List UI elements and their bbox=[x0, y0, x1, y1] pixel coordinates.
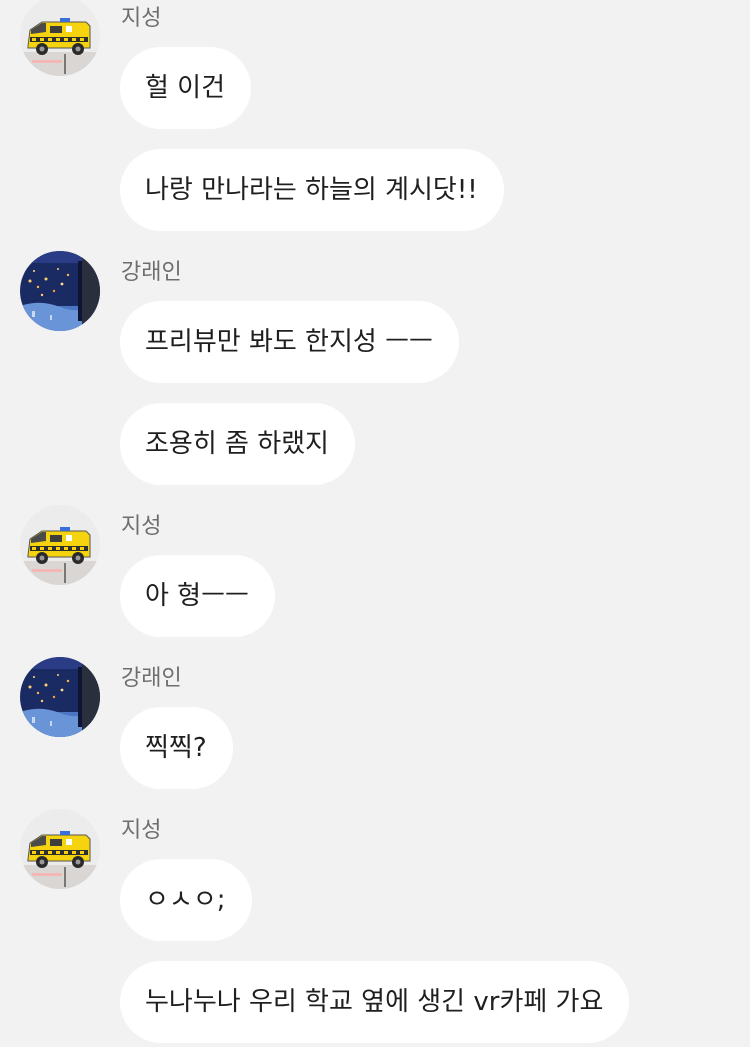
message-bubble[interactable]: 아 형ㅡㅡ bbox=[120, 555, 275, 637]
avatar-jiseong[interactable] bbox=[20, 0, 100, 76]
sender-name: 지성 bbox=[121, 514, 162, 539]
avatar-raein[interactable] bbox=[20, 657, 100, 737]
aquarium-photo bbox=[20, 657, 100, 737]
message-bubble[interactable]: 조용히 좀 하랬지 bbox=[120, 403, 355, 485]
message-bubble[interactable]: 프리뷰만 봐도 한지성 ㅡㅡ bbox=[120, 301, 459, 383]
message-bubble[interactable]: 찍찍? bbox=[120, 707, 233, 789]
ambulance-toy-photo bbox=[20, 0, 100, 76]
sender-name: 지성 bbox=[121, 6, 162, 31]
aquarium-photo bbox=[20, 251, 100, 331]
message-bubble[interactable]: 누나누나 우리 학교 옆에 생긴 vr카페 가요 bbox=[120, 961, 630, 1043]
chat-conversation: 지성 헐 이건 나랑 만나라는 하늘의 계시닷!! 강래인 프리뷰만 봐도 한지… bbox=[0, 0, 750, 1047]
avatar-jiseong[interactable] bbox=[20, 505, 100, 585]
sender-name: 강래인 bbox=[121, 260, 182, 285]
avatar-jiseong[interactable] bbox=[20, 809, 100, 889]
message-bubble[interactable]: 나랑 만나라는 하늘의 계시닷!! bbox=[120, 149, 504, 231]
ambulance-toy-photo bbox=[20, 505, 100, 585]
avatar-raein[interactable] bbox=[20, 251, 100, 331]
message-bubble[interactable]: ㅇㅅㅇ; bbox=[120, 859, 252, 941]
message-bubble[interactable]: 헐 이건 bbox=[120, 47, 252, 129]
ambulance-toy-photo bbox=[20, 809, 100, 889]
sender-name: 지성 bbox=[121, 818, 162, 843]
sender-name: 강래인 bbox=[121, 666, 182, 691]
